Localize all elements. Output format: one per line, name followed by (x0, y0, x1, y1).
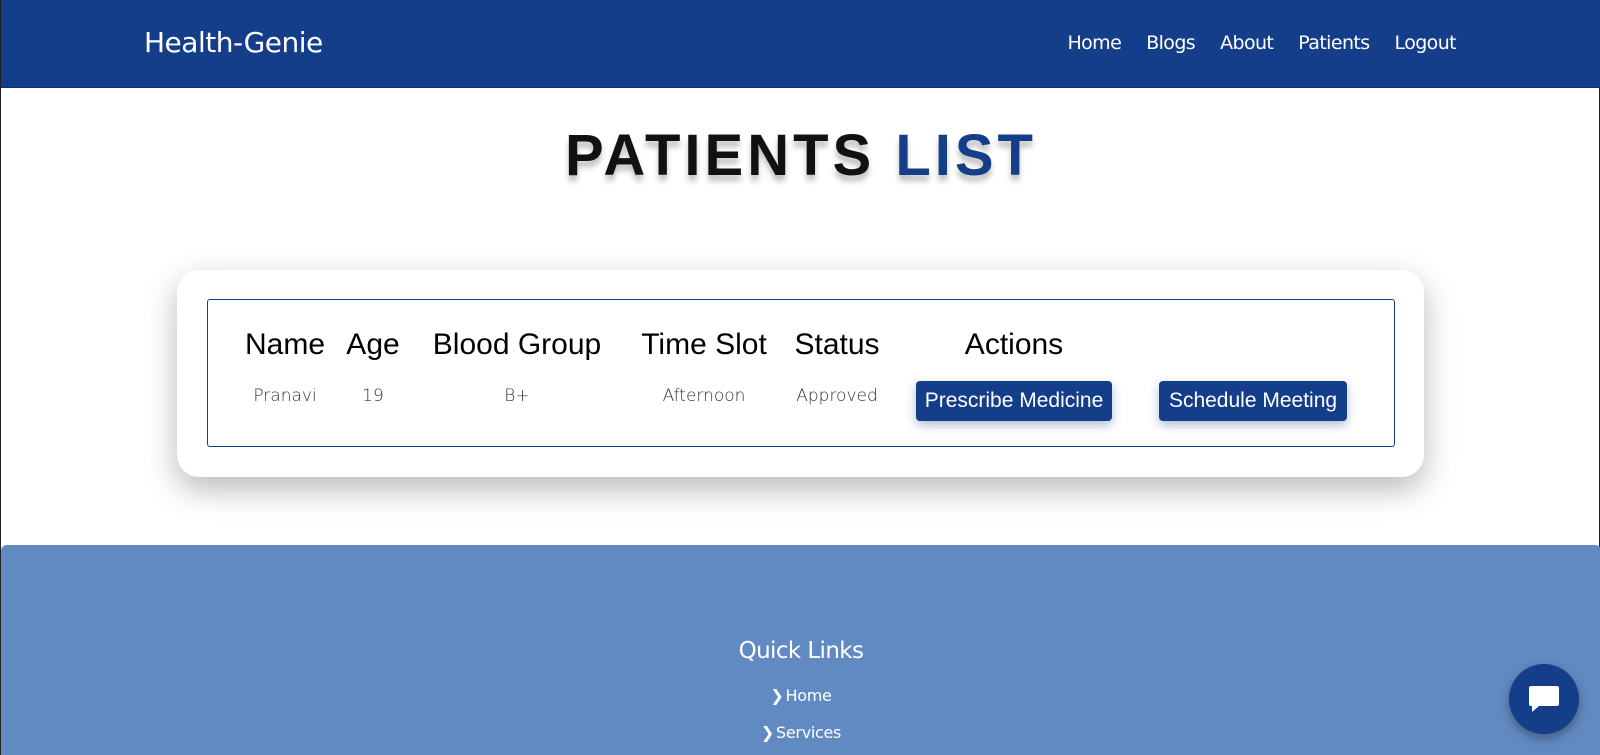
page-title: PATIENTS LIST (1, 122, 1600, 189)
header-name: Name (244, 328, 326, 361)
nav-links: Home Blogs About Patients Logout (1067, 32, 1456, 54)
brand-logo[interactable]: Health-Genie (144, 26, 323, 59)
footer-link-home-label: Home (785, 686, 832, 705)
nav-logout[interactable]: Logout (1395, 32, 1457, 54)
header-time-slot: Time Slot (641, 328, 767, 361)
header-actions: Actions (964, 328, 1064, 361)
header-blood-group: Blood Group (432, 328, 602, 361)
chevron-right-icon: ❯ (770, 686, 784, 705)
header-age: Age (346, 328, 400, 361)
cell-blood-group: B+ (504, 386, 530, 406)
footer-link-services[interactable]: ❯ Services (1, 723, 1600, 742)
nav-blogs[interactable]: Blogs (1146, 32, 1196, 54)
page-title-main: PATIENTS (565, 123, 876, 188)
footer-link-services-label: Services (776, 723, 842, 742)
nav-patients[interactable]: Patients (1298, 32, 1370, 54)
prescribe-medicine-button[interactable]: Prescribe Medicine (916, 381, 1112, 421)
cell-name: Pranavi (253, 386, 317, 406)
chat-button[interactable] (1509, 664, 1579, 734)
patients-table (207, 299, 1395, 447)
schedule-meeting-button[interactable]: Schedule Meeting (1159, 381, 1347, 421)
cell-age: 19 (362, 386, 384, 406)
cell-status: Approved (796, 386, 878, 406)
navbar: Health-Genie Home Blogs About Patients L… (1, 0, 1600, 88)
chat-bubble-icon (1529, 686, 1559, 712)
nav-about[interactable]: About (1220, 32, 1274, 54)
page-title-accent: LIST (895, 123, 1037, 188)
chevron-right-icon: ❯ (760, 723, 775, 742)
footer-link-home[interactable]: ❯ Home (1, 686, 1600, 705)
header-status: Status (794, 328, 880, 361)
nav-home[interactable]: Home (1067, 32, 1121, 54)
footer-quick-links-title: Quick Links (738, 638, 864, 664)
cell-time-slot: Afternoon (662, 386, 746, 406)
